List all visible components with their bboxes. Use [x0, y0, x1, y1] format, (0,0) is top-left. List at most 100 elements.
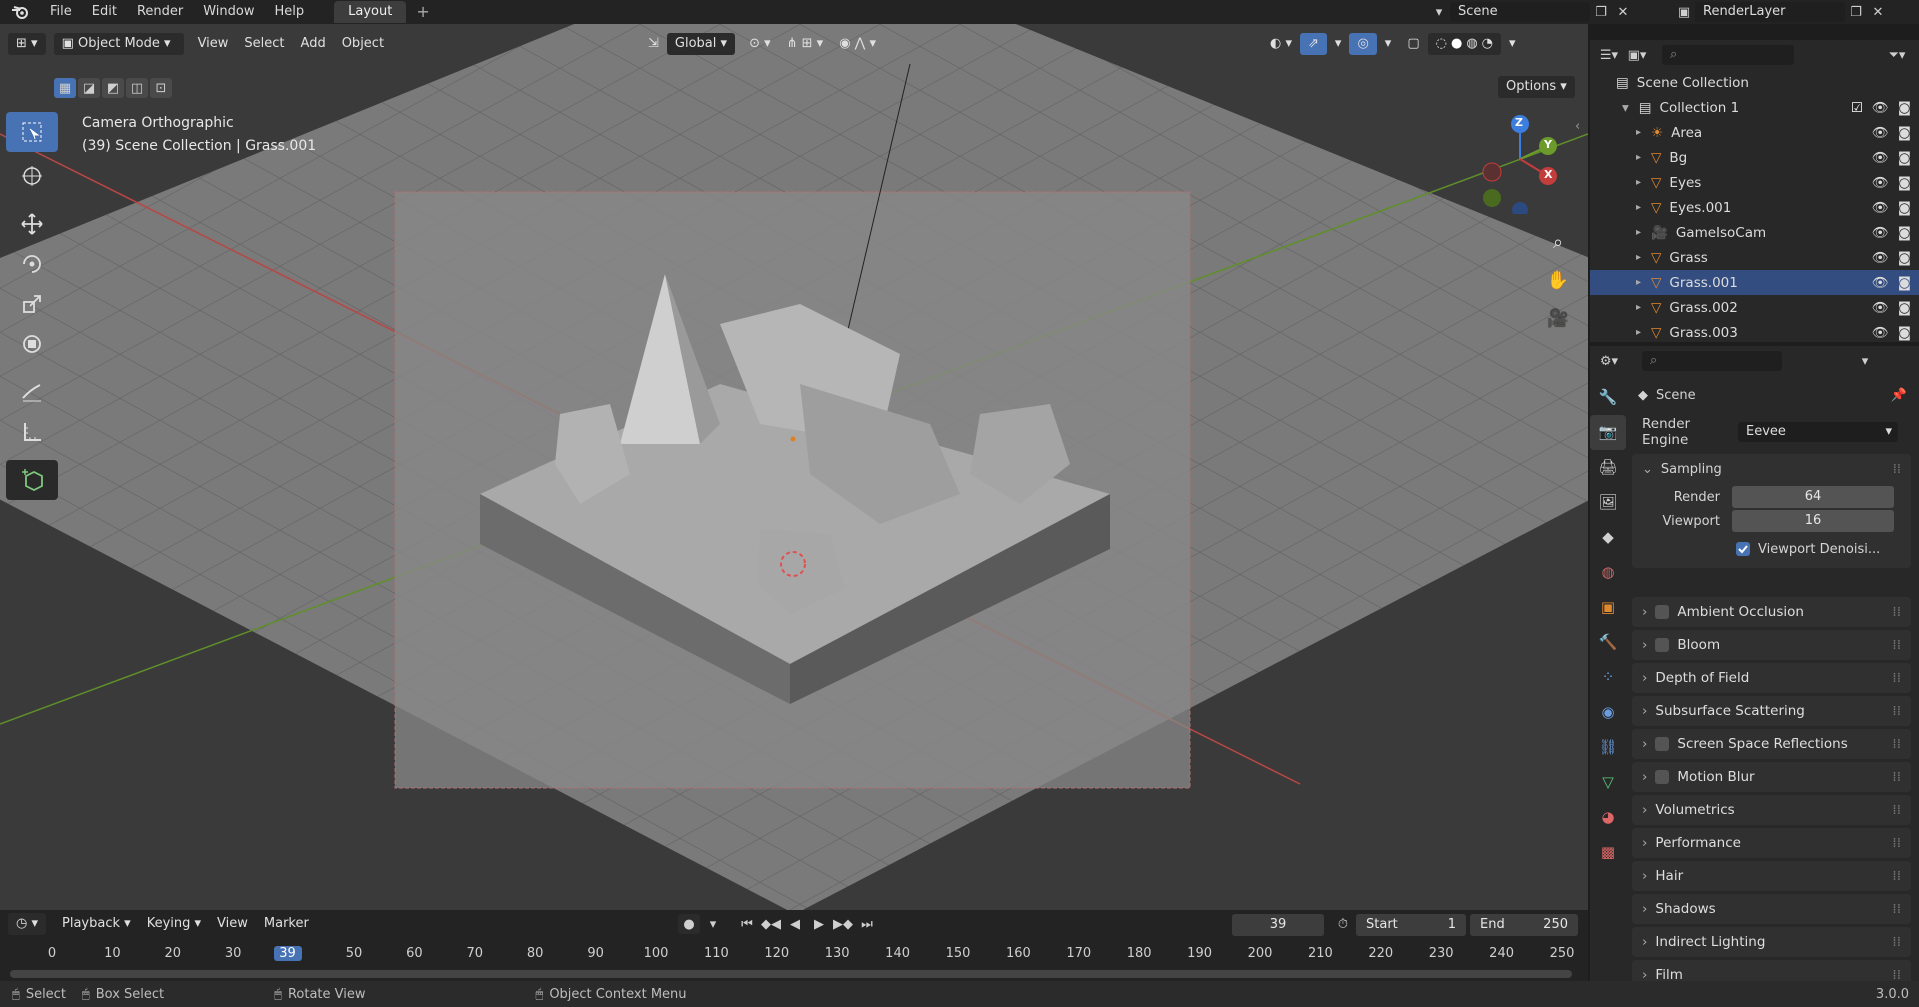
properties-options-icon[interactable]: ▾: [1854, 351, 1876, 371]
snap-icon[interactable]: ⋔ ⊞ ▾: [779, 33, 832, 55]
outliner-item[interactable]: ▸ ▽ Grass.002 👁 ◙: [1590, 295, 1919, 320]
camera-view-icon[interactable]: 🎥: [1543, 300, 1573, 338]
expand-arrow-icon[interactable]: ▸: [1636, 202, 1641, 213]
pan-hand-icon[interactable]: ✋: [1543, 262, 1573, 300]
outliner-item[interactable]: ▸ 🎥 GameIsoCam 👁 ◙: [1590, 220, 1919, 245]
panel-enable-checkbox[interactable]: [1655, 770, 1670, 784]
timeline-editor-icon[interactable]: ◷ ▾: [8, 913, 47, 935]
drag-handle-icon[interactable]: ⁞⁞: [1892, 934, 1901, 950]
duplicate-scene-icon[interactable]: ❐: [1590, 2, 1612, 22]
panel-motion-blur[interactable]: › Motion Blur ⁞⁞: [1632, 762, 1911, 792]
outliner-item[interactable]: ▸ ☀ Area 👁 ◙: [1590, 120, 1919, 145]
select-new-icon[interactable]: ▦: [54, 78, 76, 98]
render-camera-icon[interactable]: ◙: [1898, 200, 1911, 216]
transform-tool-icon[interactable]: [6, 324, 58, 364]
render-camera-icon[interactable]: ◙: [1898, 150, 1911, 166]
drag-handle-icon[interactable]: ⁞⁞: [1892, 769, 1901, 785]
select-subtract-icon[interactable]: ◩: [102, 78, 124, 98]
auto-key-icon[interactable]: ●: [678, 914, 700, 934]
menu-edit[interactable]: Edit: [82, 0, 127, 24]
overlay-toggle-icon[interactable]: ◎: [1349, 33, 1377, 55]
view-layer-icon[interactable]: ▣: [1673, 2, 1695, 22]
render-camera-icon[interactable]: ◙: [1898, 125, 1911, 141]
end-frame-field[interactable]: End 250: [1470, 914, 1578, 936]
proportional-edit-icon[interactable]: ◉ ⋀ ▾: [831, 33, 884, 55]
drag-handle-icon[interactable]: ⁞⁞: [1892, 703, 1901, 719]
wireframe-shading-icon[interactable]: ◌: [1436, 33, 1447, 55]
display-mode-icon[interactable]: ▣▾: [1626, 45, 1648, 65]
3d-viewport[interactable]: ⊞ ▾ ▣ Object Mode ▾ View Select Add Object …: [0, 24, 1588, 910]
timeline-scrollbar[interactable]: [10, 970, 1572, 978]
blender-logo-icon[interactable]: [8, 2, 32, 22]
rendered-shading-icon[interactable]: ◔: [1482, 33, 1493, 55]
scene-tab-icon[interactable]: ◆: [1590, 520, 1626, 555]
drag-handle-icon[interactable]: ⁞⁞: [1892, 604, 1901, 620]
panel-volumetrics[interactable]: › Volumetrics ⁞⁞: [1632, 795, 1911, 825]
outliner-item[interactable]: ▸ ▽ Grass 👁 ◙: [1590, 245, 1919, 270]
drag-handle-icon[interactable]: ⁞⁞: [1892, 835, 1901, 851]
panel-depth-of-field[interactable]: › Depth of Field ⁞⁞: [1632, 663, 1911, 693]
view-layer-tab-icon[interactable]: 🖼: [1590, 485, 1626, 520]
pin-icon[interactable]: 📌: [1891, 388, 1907, 403]
scene-name-field[interactable]: Scene: [1450, 2, 1590, 22]
measure-tool-icon[interactable]: [6, 412, 58, 452]
select-invert-icon[interactable]: ◫: [126, 78, 148, 98]
scene-icon[interactable]: ▾: [1428, 2, 1450, 22]
xray-icon[interactable]: ▢: [1399, 33, 1427, 55]
preview-range-icon[interactable]: ⏱: [1332, 914, 1354, 934]
expand-arrow-icon[interactable]: ▸: [1636, 227, 1641, 238]
outliner-search-input[interactable]: ⌕: [1662, 45, 1794, 65]
expand-arrow-icon[interactable]: ▸: [1636, 177, 1641, 188]
panel-enable-checkbox[interactable]: [1655, 737, 1670, 751]
sampling-panel-header[interactable]: ⌄ Sampling ⁞⁞: [1632, 454, 1911, 484]
editor-type-button[interactable]: ⊞ ▾: [8, 33, 46, 55]
jump-start-icon[interactable]: ⏮: [736, 914, 758, 934]
outliner-collection-1[interactable]: ▾ ▤ Collection 1 ☑ 👁 ◙: [1590, 95, 1919, 120]
sidebar-toggle-icon[interactable]: ‹: [1575, 119, 1580, 134]
render-samples-field[interactable]: 64: [1732, 486, 1894, 508]
timeline-menu-marker[interactable]: Marker: [256, 913, 317, 935]
panel-shadows[interactable]: › Shadows ⁞⁞: [1632, 894, 1911, 924]
visibility-eye-icon[interactable]: 👁: [1872, 175, 1889, 191]
outliner-item[interactable]: ▸ ▽ Grass.003 👁 ◙: [1590, 320, 1919, 345]
pivot-icon[interactable]: ⊙ ▾: [741, 33, 779, 55]
select-box-tool-icon[interactable]: [6, 112, 58, 152]
drag-handle-icon[interactable]: ⁞⁞: [1892, 901, 1901, 917]
navigation-gizmo[interactable]: Z Y X: [1470, 114, 1570, 218]
panel-subsurface-scattering[interactable]: › Subsurface Scattering ⁞⁞: [1632, 696, 1911, 726]
timeline-menu-view[interactable]: View: [209, 913, 256, 935]
visibility-eye-icon[interactable]: 👁: [1872, 225, 1889, 241]
properties-search-input[interactable]: ⌕: [1642, 351, 1782, 371]
menu-help[interactable]: Help: [265, 0, 315, 24]
start-frame-field[interactable]: Start 1: [1356, 914, 1466, 936]
shading-dropdown-icon[interactable]: ▾: [1501, 33, 1524, 55]
visibility-eye-icon[interactable]: 👁: [1872, 325, 1889, 341]
visibility-eye-icon[interactable]: 👁: [1872, 300, 1889, 316]
play-reverse-icon[interactable]: ◀: [784, 914, 806, 934]
add-workspace-button[interactable]: +: [406, 0, 439, 24]
panel-enable-checkbox[interactable]: [1655, 638, 1670, 652]
visibility-eye-icon[interactable]: 👁: [1872, 100, 1889, 116]
material-shading-icon[interactable]: ◍: [1466, 33, 1477, 55]
orientation-icon[interactable]: ⇲: [640, 33, 667, 55]
drag-handle-icon[interactable]: ⁞⁞: [1892, 868, 1901, 884]
render-camera-icon[interactable]: ◙: [1898, 275, 1911, 291]
visibility-eye-icon[interactable]: 👁: [1872, 275, 1889, 291]
prev-keyframe-icon[interactable]: ◆◀: [760, 914, 782, 934]
visibility-eye-icon[interactable]: 👁: [1872, 125, 1889, 141]
select-intersect-icon[interactable]: ⊡: [150, 78, 172, 98]
drag-handle-icon[interactable]: ⁞⁞: [1892, 670, 1901, 686]
viewport-denoise-checkbox[interactable]: [1736, 542, 1750, 556]
panel-enable-checkbox[interactable]: [1655, 605, 1670, 619]
menu-window[interactable]: Window: [193, 0, 264, 24]
outliner-item[interactable]: ▸ ▽ Bg 👁 ◙: [1590, 145, 1919, 170]
viewport-menu-object[interactable]: Object: [334, 33, 392, 55]
expand-arrow-icon[interactable]: ▸: [1636, 152, 1641, 163]
drag-handle-icon[interactable]: ⁞⁞: [1893, 462, 1901, 477]
rotate-tool-icon[interactable]: [6, 244, 58, 284]
collection-exclude-checkbox[interactable]: ☑: [1851, 100, 1863, 116]
jump-end-icon[interactable]: ⏭: [856, 914, 878, 934]
expand-arrow-icon[interactable]: ▸: [1636, 327, 1641, 338]
keying-dropdown-icon[interactable]: ▾: [702, 914, 724, 934]
visibility-eye-icon[interactable]: 👁: [1872, 250, 1889, 266]
